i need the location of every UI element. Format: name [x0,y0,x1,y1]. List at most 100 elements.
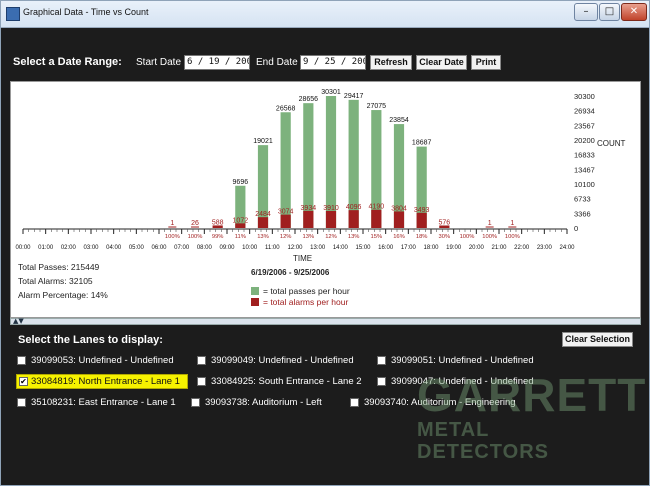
alarm-percent-label: 100% [165,234,180,240]
lane-checkbox-item[interactable]: 39099053: Undefined - Undefined [17,354,193,368]
x-tick-label: 15:00 [355,245,371,251]
alarm-percent-label: 16% [393,234,405,240]
close-button[interactable]: ✕ [621,3,647,21]
passes-value-label: 28656 [299,96,319,103]
alarms-bar [416,212,427,228]
alarm-percent-label: 100% [505,234,520,240]
legend-passes-swatch [251,287,259,295]
lane-checkbox-item[interactable]: 39099047: Undefined - Undefined [377,375,553,389]
alarms-value-label: 576 [438,219,450,226]
lane-label: 39099047: Undefined - Undefined [391,376,534,387]
checkbox[interactable] [17,356,26,365]
lane-checkbox-item[interactable]: 33084925: South Entrance - Lane 2 [197,375,373,389]
alarm-percent-label: 12% [325,234,337,240]
passes-value-label: 18687 [412,140,432,147]
collapse-arrow-icon[interactable]: ▲▼ [13,317,24,325]
alarms-value-label: 4096 [346,204,362,211]
alarm-percent-label: 12% [280,234,292,240]
alarms-bar [371,209,382,228]
x-tick-label: 04:00 [106,245,122,251]
alarms-value-label: 588 [212,219,224,226]
x-tick-label: 20:00 [469,245,485,251]
alarm-percent-label: 100% [460,234,475,240]
total-alarms-text: Total Alarms: 32105 [18,276,93,286]
alarms-value-label: 1 [170,220,174,227]
checkbox-checked[interactable]: ✔ [19,377,28,386]
passes-value-label: 9696 [233,179,249,186]
x-tick-label: 00:00 [15,245,31,251]
chart-panel: COUNT TIME 6/19/2006 - 9/25/2006 Total P… [10,81,641,318]
alarms-value-label: 3934 [301,205,317,212]
refresh-button[interactable]: Refresh [370,55,412,70]
time-vs-count-chart: COUNT TIME 6/19/2006 - 9/25/2006 Total P… [15,89,626,307]
x-tick-label: 18:00 [423,245,439,251]
lane-checkbox-item[interactable]: 39093738: Auditorium - Left [191,396,341,410]
lane-checkbox-item[interactable]: 39093740: Auditorium - Engineering [350,396,550,410]
legend-alarms-label: = total alarms per hour [263,297,348,307]
maximize-button[interactable]: □ [599,3,620,21]
lane-checkbox-item[interactable]: ✔ 33084819: North Entrance - Lane 1 [16,374,188,389]
x-tick-label: 02:00 [61,245,77,251]
checkbox[interactable] [197,377,206,386]
lane-checkbox-item[interactable]: 39099049: Undefined - Undefined [197,354,373,368]
checkbox[interactable] [377,356,386,365]
checkbox[interactable] [17,398,26,407]
y-tick-label: 10100 [574,180,595,189]
lane-label: 39093740: Auditorium - Engineering [364,397,516,408]
clear-date-button[interactable]: Clear Date [416,55,467,70]
x-tick-label: 17:00 [401,245,417,251]
alarms-value-label: 3910 [323,205,339,212]
x-tick-label: 11:00 [265,245,280,251]
alarm-percent-label: 15% [371,234,383,240]
clear-selection-button[interactable]: Clear Selection [562,332,633,347]
lanes-title: Select the Lanes to display: [18,334,163,346]
start-date-field[interactable]: 6 / 19 / 2006 [184,55,250,70]
splitter-bar[interactable]: ▲▼ [10,317,641,325]
lane-label: 39099051: Undefined - Undefined [391,355,534,366]
start-date-label: Start Date [136,57,182,68]
lane-label: 33084819: North Entrance - Lane 1 [31,376,180,387]
y-tick-label: 30300 [574,92,595,101]
alarm-percent-label: 13% [257,234,269,240]
alarm-percent-label: 11% [235,234,246,240]
passes-value-label: 26568 [276,105,296,112]
alarms-value-label: 1 [510,220,514,227]
checkbox[interactable] [191,398,200,407]
x-tick-label: 07:00 [174,245,190,251]
passes-value-label: 30301 [321,89,341,96]
passes-value-label: 29417 [344,93,364,100]
x-tick-label: 14:00 [333,245,349,251]
checkbox[interactable] [197,356,206,365]
print-button[interactable]: Print [471,55,501,70]
x-tick-label: 12:00 [287,245,303,251]
end-date-label: End Date [256,57,298,68]
x-tick-label: 08:00 [197,245,213,251]
checkbox[interactable] [377,377,386,386]
alarm-percent-label: 30% [439,234,451,240]
y-tick-label: 23567 [574,121,595,130]
alarm-percentage-text: Alarm Percentage: 14% [18,290,108,300]
legend-passes-label: = total passes per hour [263,286,350,296]
alarms-value-label: 4190 [369,204,385,211]
alarms-value-label: 1072 [233,217,249,224]
y-tick-label: 16833 [574,151,595,160]
minimize-button[interactable]: – [574,3,598,21]
alarms-value-label: 1 [488,220,492,227]
lane-checkbox-item[interactable]: 35108231: East Entrance - Lane 1 [17,396,193,410]
x-tick-label: 09:00 [219,245,235,251]
end-date-field[interactable]: 9 / 25 / 2006 [300,55,366,70]
alarm-percent-label: 100% [188,234,203,240]
lane-checkbox-item[interactable]: 39099051: Undefined - Undefined [377,354,553,368]
x-tick-label: 06:00 [151,245,167,251]
y-axis-label: COUNT [597,139,626,148]
x-tick-label: 23:00 [537,245,553,251]
date-range-label: Select a Date Range: [13,56,122,68]
x-tick-label: 22:00 [514,245,530,251]
y-tick-label: 20200 [574,136,595,145]
alarms-value-label: 2484 [255,211,271,218]
alarms-value-label: 26 [191,220,199,227]
watermark-tagline: METAL DETECTORS [417,419,549,463]
alarms-bar [348,210,359,228]
x-tick-label: 24:00 [559,245,575,251]
checkbox[interactable] [350,398,359,407]
